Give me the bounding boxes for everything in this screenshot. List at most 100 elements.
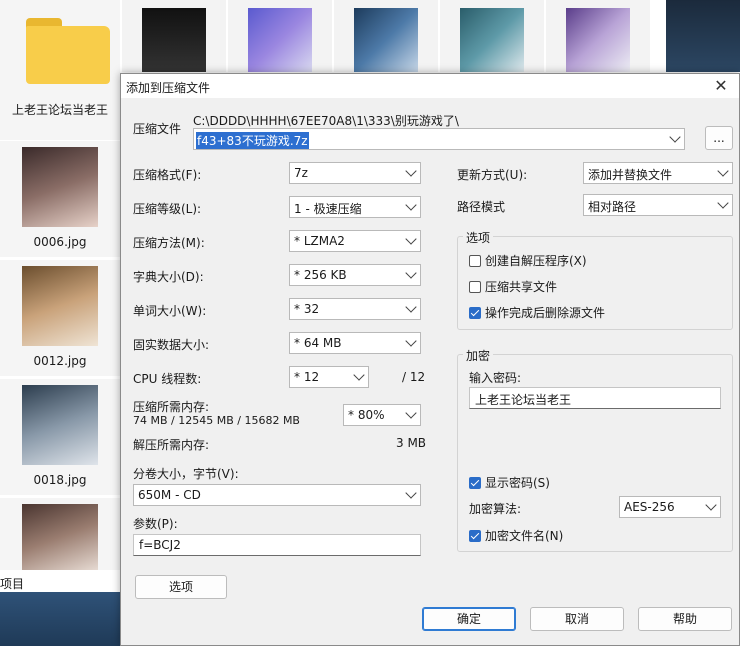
volume-value: 650M - CD (138, 488, 201, 502)
params-input[interactable]: f=BCJ2 (133, 534, 421, 556)
chevron-down-icon (405, 487, 417, 499)
password-value: 上老王论坛当老王 (475, 393, 572, 407)
add-to-archive-dialog: 添加到压缩文件 ✕ 压缩文件 C:\DDDD\HHHH\67EE70A8\1\3… (120, 73, 740, 646)
cpu-combo[interactable]: * 12 (289, 366, 369, 388)
shared-checkbox[interactable]: 压缩共享文件 (469, 278, 557, 295)
dict-value: * 256 KB (294, 268, 347, 282)
level-combo[interactable]: 1 - 极速压缩 (289, 196, 421, 218)
solid-combo[interactable]: * 64 MB (289, 332, 421, 354)
params-label: 参数(P): (133, 517, 178, 531)
sfx-checkbox[interactable]: 创建自解压程序(X) (469, 252, 587, 269)
desktop-background (666, 0, 740, 72)
cpu-value: * 12 (294, 370, 320, 384)
archive-name-value: f43+83不玩游戏.7z (196, 132, 309, 149)
path-value: 相对路径 (588, 200, 637, 214)
delete-checkbox[interactable]: 操作完成后删除源文件 (469, 304, 605, 321)
shared-label: 压缩共享文件 (485, 280, 558, 294)
chevron-down-icon (405, 233, 417, 245)
image-thumbnail[interactable] (228, 0, 332, 72)
password-input[interactable]: 上老王论坛当老王 (469, 387, 721, 409)
archive-name-combo[interactable]: f43+83不玩游戏.7z (193, 128, 685, 150)
archive-label: 压缩文件 (133, 122, 182, 136)
checkmark-icon (469, 476, 481, 489)
chevron-down-icon[interactable] (669, 131, 681, 143)
file-name: 0006.jpg (33, 235, 87, 249)
update-combo[interactable]: 添加并替换文件 (583, 162, 733, 184)
format-value: 7z (294, 166, 308, 180)
taskbar-area (0, 592, 120, 646)
cpu-max: / 12 (402, 370, 426, 384)
archive-path: C:\DDDD\HHHH\67EE70A8\1\333\别玩游戏了\ (193, 114, 459, 128)
mem-values: 74 MB / 12545 MB / 15682 MB (133, 414, 300, 427)
image-file-item[interactable]: 0012.jpg (0, 260, 120, 376)
format-label: 压缩格式(F): (133, 168, 202, 182)
decomp-value: 3 MB (396, 436, 427, 450)
update-label: 更新方式(U): (457, 168, 528, 182)
chevron-down-icon (405, 335, 417, 347)
path-combo[interactable]: 相对路径 (583, 194, 733, 216)
folder-label: 上老王论坛当老王 (11, 103, 108, 117)
checkbox-icon (469, 254, 481, 267)
delete-label: 操作完成后删除源文件 (485, 306, 606, 320)
image-thumbnail (22, 266, 98, 346)
help-button[interactable]: 帮助 (638, 607, 732, 631)
volume-label: 分卷大小，字节(V): (133, 467, 239, 481)
chevron-down-icon (405, 301, 417, 313)
word-label: 单词大小(W): (133, 304, 207, 318)
thumbnail-row (122, 0, 652, 72)
level-value: 1 - 极速压缩 (294, 202, 362, 216)
file-name: 0012.jpg (33, 354, 87, 368)
chevron-down-icon (405, 165, 417, 177)
close-icon[interactable]: ✕ (711, 76, 731, 96)
decomp-label: 解压所需内存: (133, 438, 210, 452)
chevron-down-icon (405, 199, 417, 211)
image-thumbnail (22, 504, 98, 570)
show-password-label: 显示密码(S) (485, 476, 550, 490)
image-file-item[interactable]: 0018.jpg (0, 379, 120, 495)
chevron-down-icon (405, 407, 417, 419)
checkbox-icon (469, 280, 481, 293)
browse-button[interactable]: ... (705, 126, 733, 150)
image-thumbnail[interactable] (546, 0, 650, 72)
chevron-down-icon (717, 165, 729, 177)
params-value: f=BCJ2 (139, 538, 181, 552)
options-button[interactable]: 选项 (135, 575, 227, 599)
image-thumbnail (22, 147, 98, 227)
solid-label: 固实数据大小: (133, 338, 210, 352)
checkmark-icon (469, 306, 481, 319)
sfx-label: 创建自解压程序(X) (485, 254, 587, 268)
update-value: 添加并替换文件 (588, 168, 673, 182)
status-bar-text: 项目 (0, 577, 25, 591)
cancel-button[interactable]: 取消 (530, 607, 624, 631)
image-thumbnail[interactable] (440, 0, 544, 72)
folder-icon (26, 18, 110, 84)
folder-item[interactable]: 上老王论坛当老王 (0, 0, 120, 140)
enc-method-label: 加密算法: (469, 502, 522, 516)
volume-combo[interactable]: 650M - CD (133, 484, 421, 506)
dict-combo[interactable]: * 256 KB (289, 264, 421, 286)
image-file-item[interactable]: 0006.jpg (0, 141, 120, 257)
method-label: 压缩方法(M): (133, 236, 205, 250)
method-combo[interactable]: * LZMA2 (289, 230, 421, 252)
encryption-group-title: 加密 (463, 347, 494, 364)
enc-method-combo[interactable]: AES-256 (619, 496, 721, 518)
mem-percent-combo[interactable]: * 80% (343, 404, 421, 426)
solid-value: * 64 MB (294, 336, 342, 350)
chevron-down-icon (353, 369, 365, 381)
ok-button[interactable]: 确定 (422, 607, 516, 631)
image-thumbnail[interactable] (334, 0, 438, 72)
path-label: 路径模式 (457, 200, 506, 214)
method-value: * LZMA2 (294, 234, 345, 248)
chevron-down-icon (405, 267, 417, 279)
word-combo[interactable]: * 32 (289, 298, 421, 320)
word-value: * 32 (294, 302, 320, 316)
encrypt-names-checkbox[interactable]: 加密文件名(N) (469, 527, 563, 544)
checkmark-icon (469, 529, 481, 542)
encrypt-names-label: 加密文件名(N) (485, 529, 564, 543)
dict-label: 字典大小(D): (133, 270, 204, 284)
image-file-item[interactable] (0, 498, 120, 570)
show-password-checkbox[interactable]: 显示密码(S) (469, 474, 550, 491)
cpu-label: CPU 线程数: (133, 372, 202, 386)
image-thumbnail[interactable] (122, 0, 226, 72)
format-combo[interactable]: 7z (289, 162, 421, 184)
